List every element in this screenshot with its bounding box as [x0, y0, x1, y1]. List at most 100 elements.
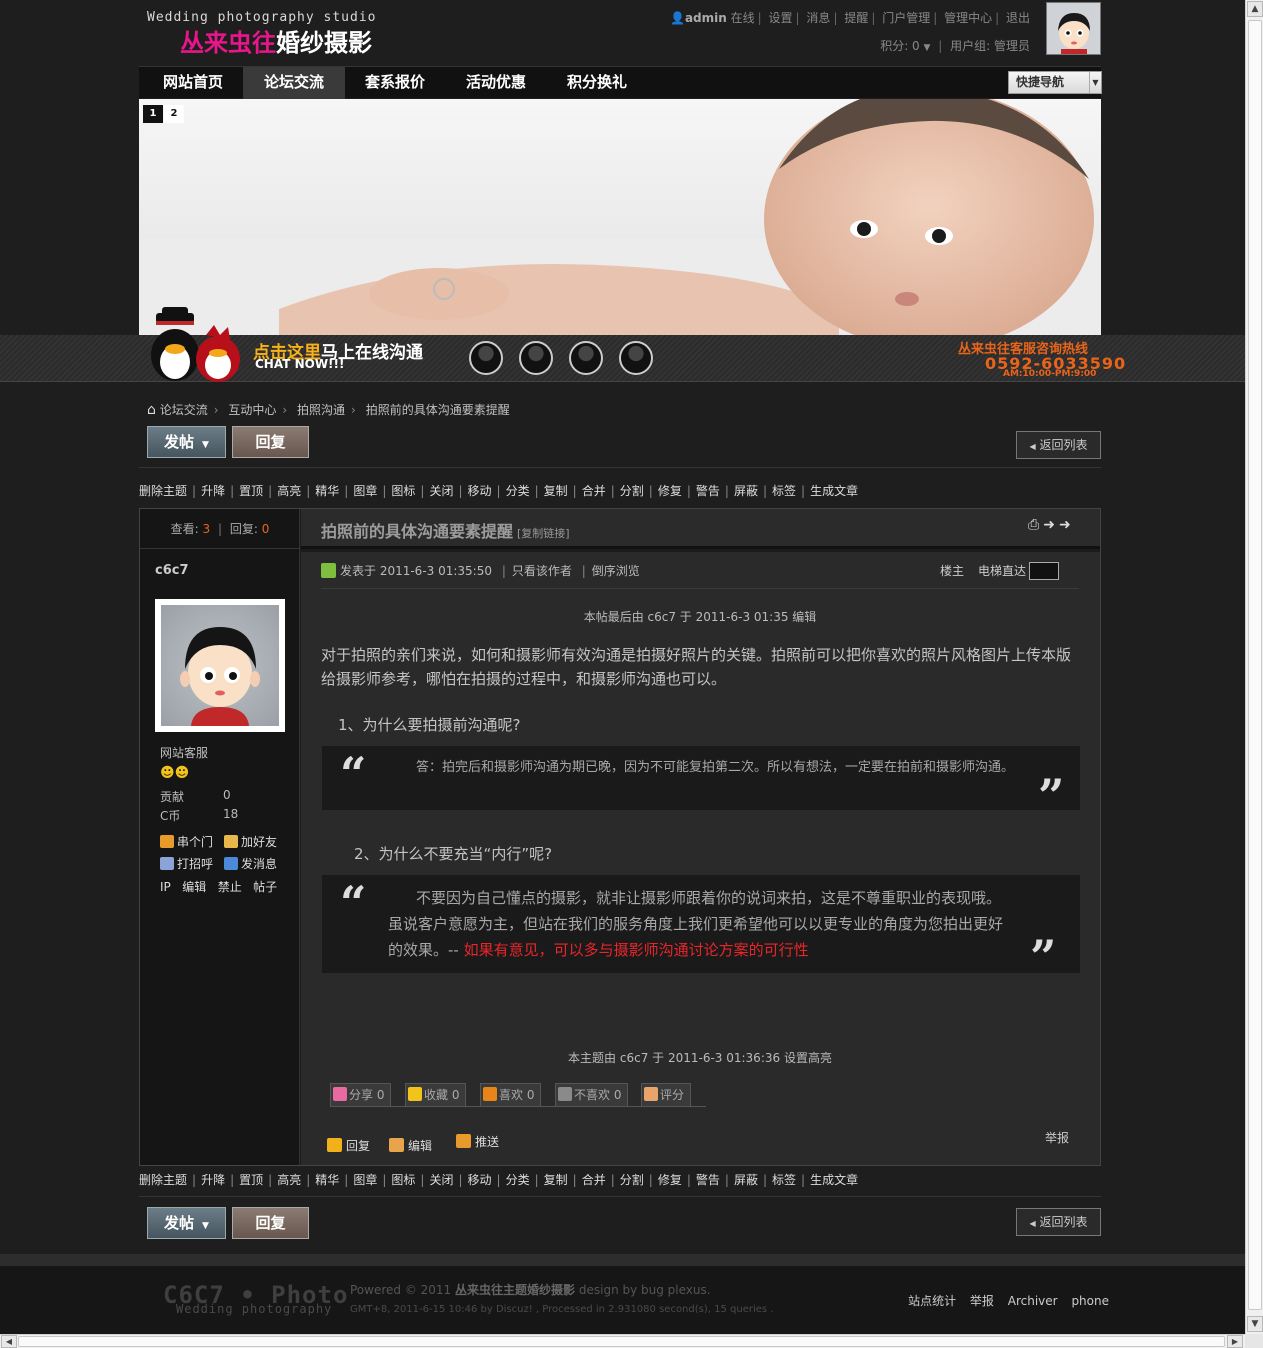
mod-action-11[interactable]: 合并: [582, 484, 606, 498]
settings-link[interactable]: 设置: [769, 11, 793, 25]
mod-action-0[interactable]: 删除主题: [139, 1173, 187, 1187]
mod-action-14[interactable]: 警告: [696, 484, 720, 498]
mod-action-3[interactable]: 高亮: [277, 1173, 301, 1187]
reply-button-bottom[interactable]: 回复: [232, 1207, 309, 1239]
post-edit-link[interactable]: 编辑: [389, 1137, 432, 1154]
messages-link[interactable]: 消息: [806, 11, 830, 25]
hscroll-thumb[interactable]: [18, 1336, 1225, 1347]
points-dropdown[interactable]: 积分: 0 ▼: [880, 39, 930, 53]
mod-action-6[interactable]: 图标: [391, 484, 415, 498]
user-avatar[interactable]: [1046, 2, 1101, 55]
ip-link[interactable]: IP: [160, 880, 171, 894]
new-post-button[interactable]: 发帖 ▼: [147, 426, 226, 458]
mod-action-0[interactable]: 删除主题: [139, 484, 187, 498]
nav-promotions[interactable]: 活动优惠: [445, 67, 547, 99]
share-button[interactable]: 分享 0: [330, 1083, 392, 1107]
back-to-list-button[interactable]: ◀ 返回列表: [1016, 431, 1101, 459]
notifications-link[interactable]: 提醒: [844, 11, 868, 25]
scroll-right-icon[interactable]: ▶: [1227, 1335, 1243, 1348]
admin-center-link[interactable]: 管理中心: [944, 11, 992, 25]
breadcrumb-photo-talk[interactable]: 拍照沟通: [297, 403, 345, 417]
visit-space-link[interactable]: 串个门: [160, 833, 213, 850]
jump-to-floor-input[interactable]: [1029, 562, 1059, 580]
like-button[interactable]: 喜欢 0: [480, 1083, 542, 1107]
slide-dot-1[interactable]: 1: [143, 105, 163, 123]
scroll-up-icon[interactable]: ▲: [1247, 1, 1263, 17]
edit-user-link[interactable]: 编辑: [182, 880, 206, 894]
mod-action-4[interactable]: 精华: [315, 484, 339, 498]
archiver-link[interactable]: Archiver: [1008, 1294, 1058, 1308]
breadcrumb-interaction[interactable]: 互动中心: [228, 403, 276, 417]
mod-action-3[interactable]: 高亮: [277, 484, 301, 498]
mod-action-10[interactable]: 复制: [544, 1173, 568, 1187]
footer-report-link[interactable]: 举报: [970, 1294, 994, 1308]
nav-points-gifts[interactable]: 积分换礼: [546, 67, 648, 99]
post-reply-link[interactable]: 回复: [327, 1137, 370, 1154]
author-name-link[interactable]: c6c7: [155, 563, 189, 578]
mod-action-15[interactable]: 屏蔽: [734, 1173, 758, 1187]
mod-action-13[interactable]: 修复: [658, 1173, 682, 1187]
scroll-left-icon[interactable]: ◀: [1, 1335, 17, 1348]
portal-admin-link[interactable]: 门户管理: [882, 11, 930, 25]
mod-action-7[interactable]: 关闭: [429, 484, 453, 498]
mod-action-8[interactable]: 移动: [468, 484, 492, 498]
nav-forum[interactable]: 论坛交流: [243, 67, 345, 99]
qq-service-1-icon[interactable]: [469, 341, 503, 375]
mod-action-15[interactable]: 屏蔽: [734, 484, 758, 498]
report-link[interactable]: 举报: [1045, 1129, 1069, 1146]
qq-service-4-icon[interactable]: [619, 341, 653, 375]
mod-action-4[interactable]: 精华: [315, 1173, 339, 1187]
nav-home[interactable]: 网站首页: [142, 67, 244, 99]
site-name-link[interactable]: 丛来虫往主题婚纱摄影: [455, 1283, 575, 1297]
ban-user-link[interactable]: 禁止: [218, 880, 242, 894]
mod-action-17[interactable]: 生成文章: [810, 1173, 858, 1187]
site-stats-link[interactable]: 站点统计: [908, 1294, 956, 1308]
dislike-button[interactable]: 不喜欢 0: [555, 1083, 629, 1107]
breadcrumb-forum[interactable]: 论坛交流: [160, 403, 208, 417]
mod-action-2[interactable]: 置顶: [239, 484, 263, 498]
mod-action-8[interactable]: 移动: [468, 1173, 492, 1187]
rate-button[interactable]: 评分: [641, 1083, 692, 1107]
mod-action-5[interactable]: 图章: [353, 484, 377, 498]
site-logo[interactable]: 丛来虫往婚纱摄影: [180, 28, 372, 58]
mod-action-9[interactable]: 分类: [506, 1173, 530, 1187]
new-post-button-bottom[interactable]: 发帖 ▼: [147, 1207, 226, 1239]
arrow-left-icon[interactable]: ➜: [1043, 517, 1059, 533]
mod-action-16[interactable]: 标签: [772, 1173, 796, 1187]
mod-action-6[interactable]: 图标: [391, 1173, 415, 1187]
arrow-right-icon[interactable]: ➜: [1059, 517, 1075, 533]
back-to-list-button-bottom[interactable]: ◀ 返回列表: [1016, 1208, 1101, 1236]
scroll-thumb[interactable]: [1248, 20, 1262, 1310]
user-group-link[interactable]: 用户组: 管理员: [950, 39, 1030, 53]
mod-action-5[interactable]: 图章: [353, 1173, 377, 1187]
mod-action-10[interactable]: 复制: [544, 484, 568, 498]
slide-dot-2[interactable]: 2: [164, 105, 184, 123]
user-posts-link[interactable]: 帖子: [253, 880, 277, 894]
reverse-order-link[interactable]: 倒序浏览: [592, 564, 640, 578]
post-push-link[interactable]: 推送: [456, 1133, 499, 1150]
qq-service-2-icon[interactable]: [519, 341, 553, 375]
mod-action-11[interactable]: 合并: [582, 1173, 606, 1187]
quick-nav-dropdown[interactable]: 快捷导航 ▼: [1008, 71, 1102, 94]
home-icon[interactable]: ⌂: [147, 402, 156, 418]
logout-link[interactable]: 退出: [1006, 11, 1030, 25]
breadcrumb-thread[interactable]: 拍照前的具体沟通要素提醒: [366, 403, 510, 417]
only-author-link[interactable]: 只看该作者: [512, 564, 572, 578]
qq-penguins-icon[interactable]: [140, 307, 250, 382]
copy-link-button[interactable]: [复制链接]: [517, 527, 570, 540]
username-link[interactable]: admin: [685, 11, 727, 25]
mod-action-1[interactable]: 升降: [201, 1173, 225, 1187]
mod-action-1[interactable]: 升降: [201, 484, 225, 498]
send-message-link[interactable]: 发消息: [224, 855, 277, 872]
greet-link[interactable]: 打招呼: [160, 855, 213, 872]
qq-service-3-icon[interactable]: [569, 341, 603, 375]
mod-action-16[interactable]: 标签: [772, 484, 796, 498]
mod-action-7[interactable]: 关闭: [429, 1173, 453, 1187]
vertical-scrollbar[interactable]: ▲ ▼: [1245, 0, 1263, 1334]
mod-action-9[interactable]: 分类: [506, 484, 530, 498]
phone-link[interactable]: phone: [1071, 1294, 1109, 1308]
mod-action-13[interactable]: 修复: [658, 484, 682, 498]
horizontal-scrollbar[interactable]: ◀ ▶: [0, 1334, 1245, 1348]
mod-action-12[interactable]: 分割: [620, 484, 644, 498]
nav-packages[interactable]: 套系报价: [344, 67, 446, 99]
